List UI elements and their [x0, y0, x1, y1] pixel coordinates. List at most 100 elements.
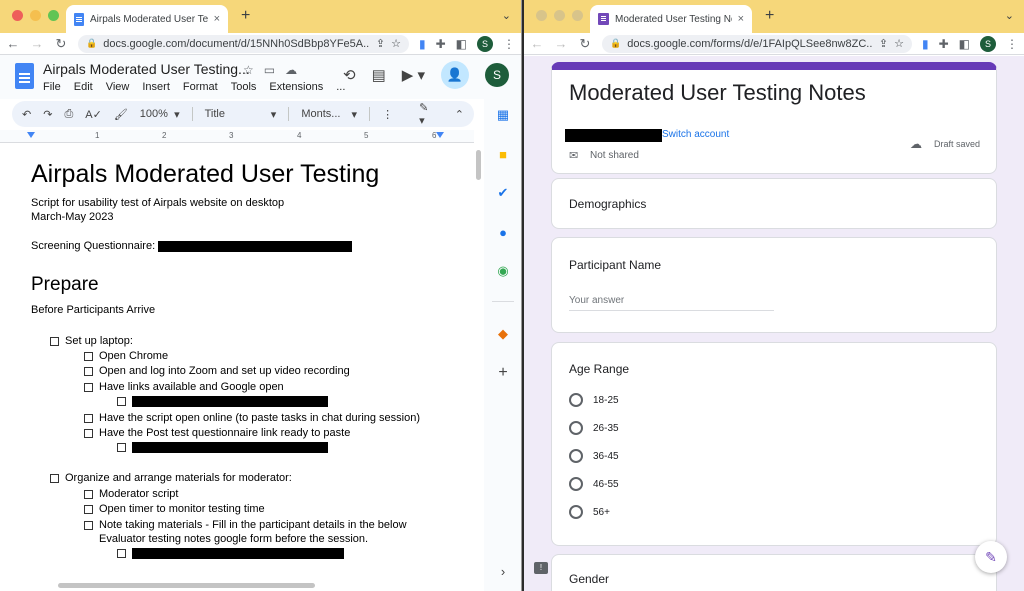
share-page-icon[interactable]: ⇪	[879, 37, 888, 50]
url-omnibox[interactable]: 🔒 docs.google.com/document/d/15NNh0SdBbp…	[78, 34, 409, 53]
spellcheck-icon[interactable]: A✓	[85, 108, 102, 121]
tab-docs[interactable]: Airpals Moderated User Testing ×	[66, 5, 228, 33]
menu-tools[interactable]: Tools	[231, 81, 257, 93]
new-tab-button[interactable]: +	[241, 7, 250, 25]
menu-file[interactable]: File	[43, 81, 61, 93]
print-icon[interactable]: ⎙	[64, 108, 73, 121]
right-margin-marker-icon[interactable]	[436, 132, 444, 138]
reload-icon[interactable]: ↻	[54, 36, 68, 52]
maps-icon[interactable]: ◉	[495, 263, 511, 279]
radio-button[interactable]	[569, 505, 583, 519]
cloud-status-icon[interactable]: ☁	[285, 63, 297, 77]
checkbox[interactable]	[50, 336, 59, 346]
reload-icon[interactable]: ↻	[578, 36, 592, 52]
comments-icon[interactable]: ▤	[372, 66, 386, 84]
menu-insert[interactable]: Insert	[142, 81, 170, 93]
radio-option[interactable]: 36-45	[569, 449, 619, 463]
more-options-icon[interactable]: ⋮	[382, 108, 393, 121]
switch-account-link[interactable]: Switch account	[662, 129, 729, 140]
back-icon[interactable]: ←	[6, 36, 20, 51]
extensions-puzzle-icon[interactable]: ✚	[939, 37, 949, 51]
paint-format-icon[interactable]: 🖌	[114, 108, 128, 121]
checkbox[interactable]	[50, 473, 59, 483]
checkbox[interactable]	[84, 366, 93, 376]
checkbox[interactable]	[84, 351, 93, 361]
collapse-toolbar-icon[interactable]: ⌃	[455, 108, 464, 121]
contacts-icon[interactable]: ●	[495, 224, 511, 240]
style-select[interactable]: Title ▾	[205, 108, 277, 121]
star-icon[interactable]: ☆	[243, 63, 254, 77]
report-feedback-icon[interactable]: !	[534, 562, 548, 574]
horizontal-scrollbar[interactable]	[58, 583, 315, 588]
indent-marker-icon[interactable]	[27, 132, 35, 138]
edit-form-pencil-button[interactable]: ✎	[975, 541, 1007, 573]
menu-view[interactable]: View	[106, 81, 130, 93]
checkbox[interactable]	[84, 489, 93, 499]
bookmark-star-icon[interactable]: ☆	[894, 37, 904, 50]
radio-button[interactable]	[569, 421, 583, 435]
tab-forms[interactable]: Moderated User Testing Notes ×	[590, 5, 752, 33]
close-tab-icon[interactable]: ×	[214, 13, 220, 25]
tab-search-chevron-icon[interactable]: ⌄	[502, 9, 511, 22]
profile-avatar[interactable]: S	[980, 35, 996, 52]
checkbox[interactable]	[84, 504, 93, 514]
office-addon-icon[interactable]: ◆	[495, 326, 511, 342]
sidepanel-icon[interactable]: ◧	[456, 37, 467, 51]
maximize-window-button[interactable]	[48, 10, 59, 21]
menu-format[interactable]: Format	[183, 81, 218, 93]
keep-icon[interactable]: ■	[495, 146, 511, 162]
vertical-scrollbar[interactable]	[476, 150, 481, 180]
docs-extension-icon[interactable]: ▮	[922, 37, 929, 51]
docs-logo-icon[interactable]	[15, 63, 34, 89]
close-window-button[interactable]	[12, 10, 23, 21]
close-window-button[interactable]	[536, 10, 547, 21]
font-select[interactable]: Monts... ▾	[301, 108, 357, 121]
account-avatar[interactable]: S	[485, 63, 509, 87]
new-tab-button[interactable]: +	[765, 7, 774, 25]
radio-button[interactable]	[569, 477, 583, 491]
browser-menu-icon[interactable]: ⋮	[503, 37, 515, 51]
radio-option[interactable]: 26-35	[569, 421, 619, 435]
calendar-icon[interactable]: ▦	[495, 107, 511, 123]
participant-name-input[interactable]: Your answer	[569, 295, 774, 311]
profile-avatar[interactable]: S	[477, 35, 493, 52]
radio-button[interactable]	[569, 393, 583, 407]
sidepanel-icon[interactable]: ◧	[959, 37, 970, 51]
share-page-icon[interactable]: ⇪	[376, 37, 385, 50]
move-folder-icon[interactable]: ▭	[264, 63, 275, 77]
checkbox[interactable]	[84, 382, 93, 392]
version-history-icon[interactable]: ⟲	[343, 66, 356, 84]
docs-extension-icon[interactable]: ▮	[419, 37, 426, 51]
close-tab-icon[interactable]: ×	[738, 13, 744, 25]
ruler[interactable]: 1 2 3 4 5 6	[0, 130, 474, 143]
undo-icon[interactable]: ↶	[22, 108, 31, 121]
forward-icon[interactable]: →	[30, 36, 44, 51]
zoom-select[interactable]: 100% ▾	[140, 108, 180, 121]
share-button[interactable]: 👤	[441, 61, 469, 89]
minimize-window-button[interactable]	[30, 10, 41, 21]
expand-panel-icon[interactable]: ›	[495, 563, 511, 579]
minimize-window-button[interactable]	[554, 10, 565, 21]
checkbox[interactable]	[117, 397, 126, 406]
menu-extensions[interactable]: Extensions	[269, 81, 323, 93]
document-canvas[interactable]: Airpals Moderated User Testing Script fo…	[0, 144, 474, 591]
maximize-window-button[interactable]	[572, 10, 583, 21]
checkbox[interactable]	[84, 428, 93, 438]
bookmark-star-icon[interactable]: ☆	[391, 37, 401, 50]
menu-edit[interactable]: Edit	[74, 81, 93, 93]
editing-mode-pencil-icon[interactable]: ✎ ▾	[419, 101, 437, 127]
add-addon-icon[interactable]: +	[495, 364, 511, 381]
browser-menu-icon[interactable]: ⋮	[1006, 37, 1018, 51]
radio-option[interactable]: 46-55	[569, 477, 619, 491]
checkbox[interactable]	[84, 520, 93, 530]
checkbox[interactable]	[84, 413, 93, 423]
tab-search-chevron-icon[interactable]: ⌄	[1005, 9, 1014, 22]
radio-button[interactable]	[569, 449, 583, 463]
checkbox[interactable]	[117, 443, 126, 452]
checkbox[interactable]	[117, 549, 126, 558]
forward-icon[interactable]: →	[554, 36, 568, 51]
meet-camera-icon[interactable]: ▶ ▾	[402, 66, 425, 84]
document-title[interactable]: Airpals Moderated User Testing...	[43, 61, 250, 77]
redo-icon[interactable]: ↷	[43, 108, 52, 121]
extensions-puzzle-icon[interactable]: ✚	[436, 37, 446, 51]
